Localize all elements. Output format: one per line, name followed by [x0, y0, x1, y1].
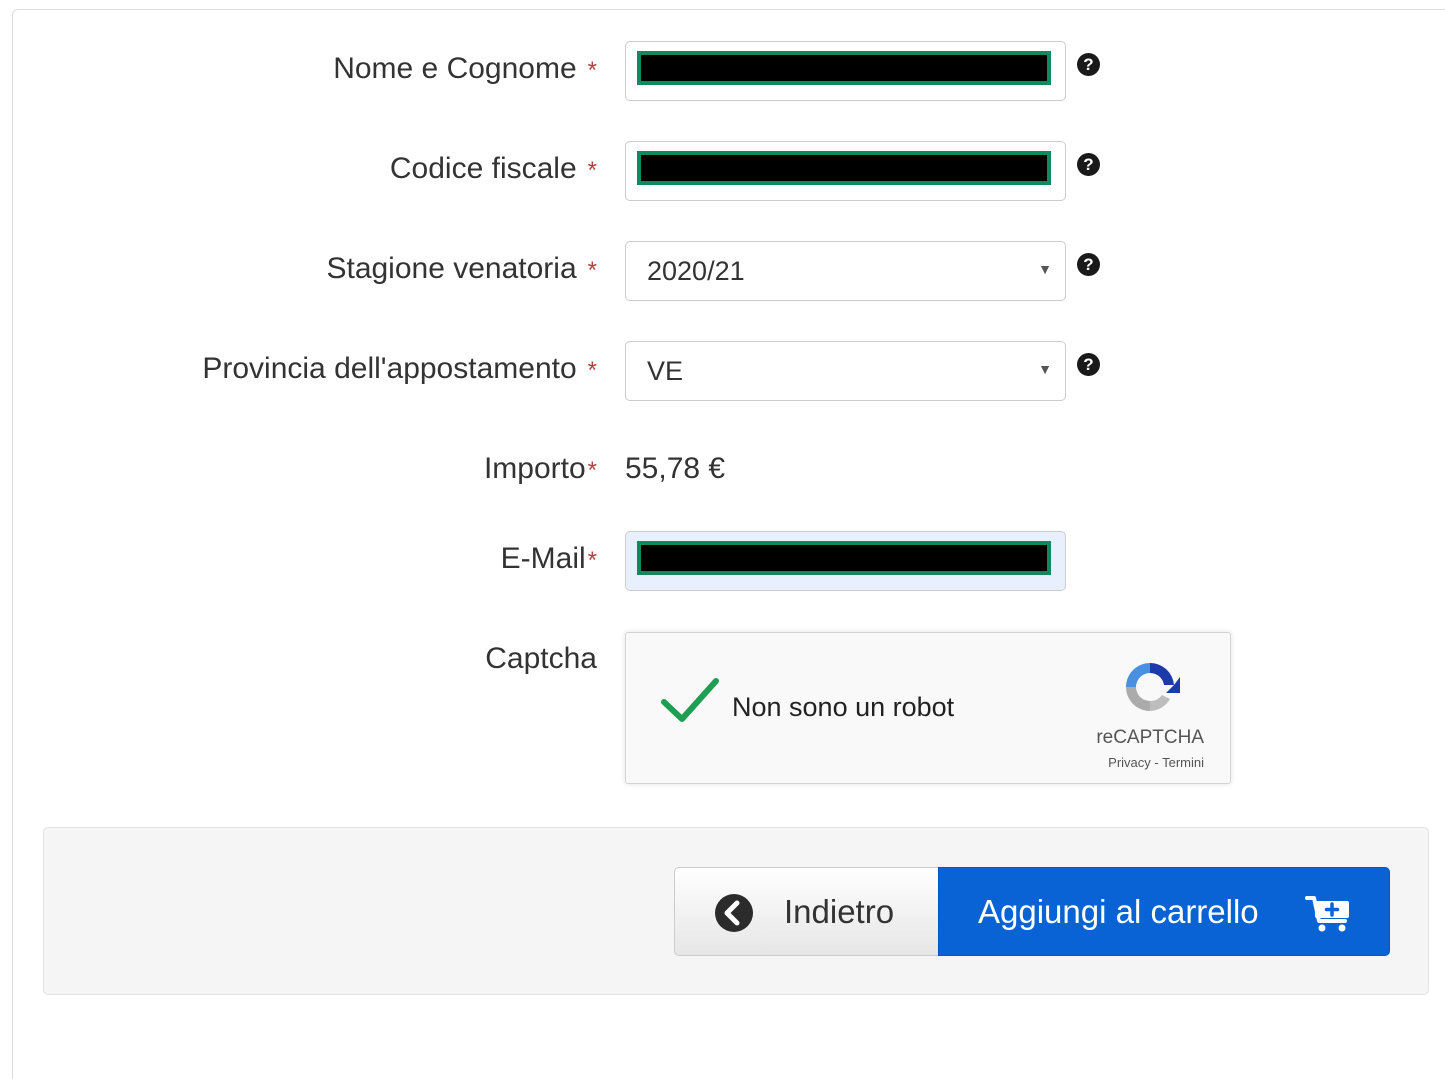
- tax-code-row: Codice fiscale * ?: [0, 141, 1445, 201]
- required-marker: *: [587, 357, 597, 384]
- province-value: VE: [647, 356, 684, 386]
- province-label: Provincia dell'appostamento *: [202, 352, 597, 385]
- captcha-checkbox-label[interactable]: Non sono un robot: [732, 691, 954, 723]
- add-to-cart-button[interactable]: Aggiungi al carrello: [938, 867, 1390, 956]
- recaptcha-links[interactable]: Privacy - Termini: [1108, 755, 1204, 770]
- required-marker: *: [587, 547, 597, 574]
- amount-value: 55,78 €: [625, 452, 726, 485]
- chevron-circle-left-icon: [715, 894, 753, 932]
- required-marker: *: [587, 157, 597, 184]
- full-name-row: Nome e Cognome * ?: [0, 41, 1445, 101]
- required-marker: *: [587, 57, 597, 84]
- question-circle-icon[interactable]: ?: [1077, 253, 1100, 276]
- email-input[interactable]: [625, 531, 1066, 591]
- required-marker: *: [587, 257, 597, 284]
- full-name-input[interactable]: [625, 41, 1066, 101]
- caret-down-icon: ▼: [1038, 261, 1052, 277]
- back-button-label: Indietro: [784, 893, 895, 930]
- amount-label: Importo*: [483, 452, 597, 485]
- back-button[interactable]: Indietro: [674, 867, 939, 956]
- recaptcha-widget: Non sono un robot reCAPTCHA Privacy - Te…: [625, 632, 1231, 784]
- redacted-value: [637, 51, 1051, 85]
- tax-code-input[interactable]: [625, 141, 1066, 201]
- email-label: E-Mail*: [500, 542, 597, 575]
- captcha-label: Captcha: [485, 642, 597, 675]
- hunting-season-value: 2020/21: [647, 256, 745, 286]
- question-circle-icon[interactable]: ?: [1077, 353, 1100, 376]
- hunting-season-select[interactable]: 2020/21 ▼: [625, 241, 1066, 301]
- checkmark-icon[interactable]: [660, 676, 720, 724]
- redacted-value: [637, 541, 1051, 575]
- hunting-season-label: Stagione venatoria *: [326, 252, 597, 285]
- question-circle-icon[interactable]: ?: [1077, 53, 1100, 76]
- question-circle-icon[interactable]: ?: [1077, 153, 1100, 176]
- required-marker: *: [587, 457, 597, 484]
- recaptcha-brand: reCAPTCHA: [1096, 727, 1204, 748]
- hunting-season-row: Stagione venatoria * 2020/21 ▼ ?: [0, 241, 1445, 301]
- amount-row: Importo* 55,78 €: [0, 441, 1445, 501]
- email-row: E-Mail*: [0, 531, 1445, 591]
- caret-down-icon: ▼: [1038, 361, 1052, 377]
- province-row: Provincia dell'appostamento * VE ▼ ?: [0, 341, 1445, 401]
- tax-code-label: Codice fiscale *: [389, 152, 597, 185]
- recaptcha-logo-icon: [1126, 662, 1180, 711]
- redacted-value: [637, 151, 1051, 185]
- cart-plus-icon: [1305, 896, 1349, 932]
- full-name-label: Nome e Cognome *: [333, 52, 597, 85]
- add-to-cart-label: Aggiungi al carrello: [978, 893, 1259, 930]
- province-select[interactable]: VE ▼: [625, 341, 1066, 401]
